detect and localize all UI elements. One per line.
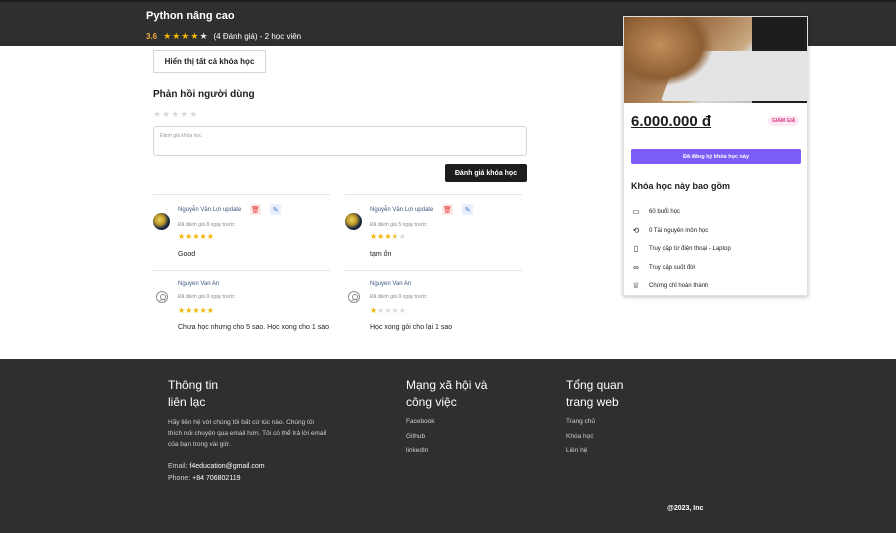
star-icon: ★ xyxy=(190,31,199,41)
review-time: Đã đánh giá 8 ngày trước xyxy=(178,222,235,228)
include-item: ⟲ 0 Tài nguyên môn học xyxy=(632,226,709,235)
user-icon xyxy=(348,291,360,303)
delete-icon[interactable]: 🗑 xyxy=(250,204,261,215)
review-item: Nguyễn Văn Lợi update 🗑 ✎ Đã đánh giá 8 … xyxy=(153,194,330,269)
include-item: ∞ Truy cập suốt đời xyxy=(631,263,695,272)
course-price: 6.000.000 đ xyxy=(631,113,712,130)
edit-icon[interactable]: ✎ xyxy=(270,204,281,215)
phone-link[interactable]: +84 706802119 xyxy=(192,475,240,482)
star-icon: ★ xyxy=(172,31,181,41)
enrolled-button[interactable]: Đã đăng ký khóa học này xyxy=(631,149,801,164)
include-item: ▭ 60 buổi học xyxy=(632,207,681,216)
rate-stars-input[interactable]: ★★★★★ xyxy=(153,109,198,120)
trophy-icon: ♕ xyxy=(632,281,640,290)
include-item: ♕ Chứng chỉ hoàn thành xyxy=(632,281,709,290)
rating-meta: (4 Đánh giá) - 2 học viên xyxy=(213,32,302,41)
review-author: Nguyen Van An xyxy=(370,281,412,287)
review-time: Đã đánh giá 9 ngày trước xyxy=(178,294,235,300)
feedback-title: Phản hồi người dùng xyxy=(153,89,255,100)
review-text: Chưa học nhưng cho 5 sao. Học xong cho 1… xyxy=(178,324,330,331)
contact-title: Thông tin liên lạc xyxy=(168,378,219,409)
facebook-link[interactable]: Facebook xyxy=(406,418,435,425)
review-text: tạm ổn xyxy=(370,251,392,258)
review-textarea[interactable]: Đánh giá khóa học xyxy=(153,126,527,156)
rating-value: 3.6 xyxy=(146,32,158,41)
review-author: Nguyễn Văn Lợi update xyxy=(370,207,434,213)
star-icon: ★ xyxy=(163,31,172,41)
social-title: Mạng xã hội và công việc xyxy=(406,378,488,409)
contact-link[interactable]: Liên hệ xyxy=(566,447,587,454)
course-purchase-card: 6.000.000 đ GIẢM GIÁ Đã đăng ký khóa học… xyxy=(623,16,808,296)
star-icon: ★ xyxy=(199,31,208,41)
courses-link[interactable]: Khóa học xyxy=(566,433,593,440)
show-all-courses-button[interactable]: Hiển thị tất cả khóa học xyxy=(153,50,266,73)
review-item: Nguyễn Văn Lợi update 🗑 ✎ Đã đánh giá 5 … xyxy=(345,194,522,269)
review-stars: ★★★★★ xyxy=(370,306,406,315)
linkedin-link[interactable]: linkedIn xyxy=(406,447,428,454)
avatar xyxy=(345,213,362,230)
review-author: Nguyen Van An xyxy=(178,281,220,287)
video-icon: ▭ xyxy=(632,207,640,216)
copyright: @2023, Inc xyxy=(667,505,704,512)
contact-email: Email: f4education@gmail.com xyxy=(168,463,265,470)
review-text: Học xong gòi cho lại 1 sao xyxy=(370,324,453,331)
review-stars: ★★★★★ xyxy=(178,306,214,315)
home-link[interactable]: Trang chủ xyxy=(566,418,595,425)
submit-review-button[interactable]: Đánh giá khóa học xyxy=(445,164,527,182)
review-stars: ★★★★★ xyxy=(178,232,214,241)
resource-icon: ⟲ xyxy=(632,226,640,235)
user-icon xyxy=(156,291,168,303)
email-link[interactable]: f4education@gmail.com xyxy=(189,463,264,470)
includes-title: Khóa học này bao gồm xyxy=(631,181,731,191)
star-icon: ★ xyxy=(181,31,190,41)
contact-phone: Phone: +84 706802119 xyxy=(168,475,241,482)
include-item: ▯ Truy cập từ điện thoại - Laptop xyxy=(631,244,731,253)
review-item: Nguyen Van An Đã đánh giá 9 ngày trước ★… xyxy=(345,270,522,340)
phone-icon: ▯ xyxy=(633,244,639,253)
rating-stars: ★ ★ ★ ★ ★ xyxy=(163,31,207,42)
course-rating: 3.6 ★ ★ ★ ★ ★ (4 Đánh giá) - 2 học viên xyxy=(146,31,301,42)
review-item: Nguyen Van An Đã đánh giá 9 ngày trước ★… xyxy=(153,270,330,340)
infinity-icon: ∞ xyxy=(633,263,639,272)
review-author: Nguyễn Văn Lợi update xyxy=(178,207,242,213)
site-footer: Thông tin liên lạc Hãy liên hệ với chúng… xyxy=(0,359,896,533)
delete-icon[interactable]: 🗑 xyxy=(442,204,453,215)
course-title: Python nâng cao xyxy=(146,10,235,22)
review-time: Đã đánh giá 5 ngày trước xyxy=(370,222,427,228)
course-thumbnail xyxy=(624,17,807,103)
review-text: Good xyxy=(178,251,196,258)
review-time: Đã đánh giá 9 ngày trước xyxy=(370,294,427,300)
avatar xyxy=(153,213,170,230)
overview-title: Tổng quan trang web xyxy=(566,378,624,409)
discount-badge: GIẢM GIÁ xyxy=(768,116,800,126)
review-stars: ★★★★★ xyxy=(370,232,406,241)
contact-text: Hãy liên hệ với chúng tôi bất cứ lúc nào… xyxy=(168,419,327,448)
github-link[interactable]: Github xyxy=(406,433,425,440)
edit-icon[interactable]: ✎ xyxy=(462,204,473,215)
